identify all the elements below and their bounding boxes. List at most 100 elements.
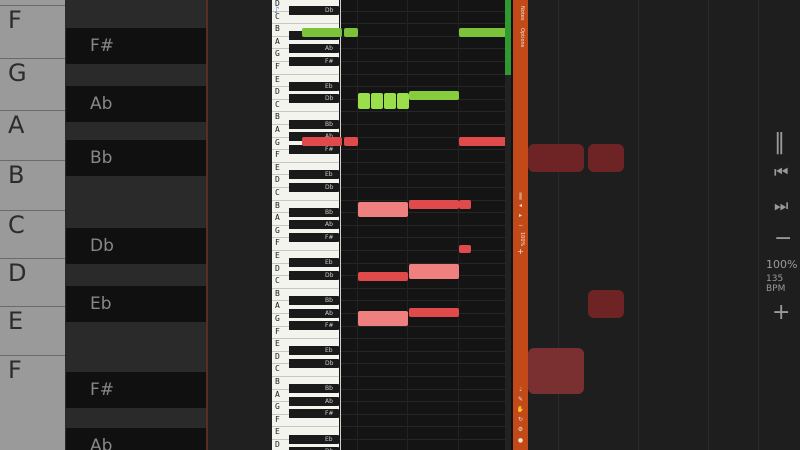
settings-icon[interactable]: ⚙ (513, 426, 528, 433)
black-key[interactable]: Db (289, 6, 339, 16)
black-key[interactable]: Db (289, 270, 339, 280)
black-key[interactable]: Ab (289, 43, 339, 53)
white-key-label: F (275, 414, 280, 424)
black-key[interactable]: Eb (289, 258, 339, 268)
record-icon[interactable]: ● (513, 437, 528, 444)
metronome-icon[interactable]: ♩ (513, 386, 528, 393)
black-key[interactable]: Ab (289, 220, 339, 230)
black-key[interactable]: Eb (289, 434, 339, 444)
note-left-hand (459, 245, 471, 253)
note-right-hand (459, 28, 507, 37)
roll-grid-line (339, 10, 507, 12)
scrollbar-thumb[interactable] (505, 0, 511, 75)
white-key-label: G (275, 402, 280, 412)
bg-grid-line (708, 0, 709, 450)
roll-grid-line (339, 149, 507, 151)
bg-white-key-label: C (0, 210, 65, 250)
black-key[interactable]: F# (289, 409, 339, 419)
notes-tab[interactable]: Notes (516, 6, 525, 20)
bg-white-key-label: A (0, 110, 65, 150)
note-left-hand (344, 137, 358, 146)
black-key-label: F# (325, 410, 334, 418)
hand-icon[interactable]: ✋ (513, 406, 528, 413)
roll-grid-line (339, 23, 507, 25)
note-right-hand (397, 93, 409, 109)
bg-black-key-label: Ab (66, 86, 206, 122)
note-left-hand (302, 137, 342, 146)
white-key-label: E (275, 427, 280, 437)
black-key-label: Ab (325, 309, 333, 317)
white-key-label: D (275, 263, 280, 273)
white-key-label: E (275, 251, 280, 260)
black-key[interactable]: Eb (289, 81, 339, 91)
pencil-icon[interactable]: ✎ (513, 396, 528, 403)
black-key-label: F# (325, 322, 334, 330)
bg-pause-icon: ‖ (774, 130, 785, 155)
note-right-hand (384, 93, 396, 109)
black-key[interactable]: Eb (289, 169, 339, 179)
black-key[interactable]: F# (289, 144, 339, 154)
roll-grid-line (339, 48, 507, 50)
roll-grid-line (339, 124, 507, 125)
options-tab[interactable]: Options (516, 28, 525, 47)
black-key[interactable]: Ab (289, 396, 339, 406)
black-key[interactable]: Bb (289, 295, 339, 305)
roll-grid-line (339, 439, 507, 440)
roll-grid-line (339, 111, 507, 113)
black-key[interactable]: Bb (289, 119, 339, 129)
white-key-label: D (275, 440, 280, 449)
skip-back-icon[interactable]: ◂ (513, 202, 528, 209)
white-key-label: B (275, 112, 280, 122)
black-key-label: F# (325, 145, 334, 153)
black-key[interactable]: F# (289, 321, 339, 331)
white-key-label: A (275, 301, 280, 311)
black-key[interactable]: Db (289, 182, 339, 192)
bg-grid-line (758, 0, 759, 450)
playhead-line (340, 0, 341, 450)
black-key[interactable]: Bb (289, 384, 339, 394)
black-key[interactable]: Db (289, 358, 339, 368)
white-key-label: B (275, 288, 280, 298)
minus-icon[interactable]: − (513, 222, 528, 229)
black-key-label: Ab (325, 44, 333, 52)
black-key-label: Eb (325, 347, 333, 355)
beat-line (407, 0, 408, 450)
plus-icon[interactable]: + (513, 247, 528, 256)
roll-grid-line (339, 363, 507, 365)
roll-grid-line (339, 426, 507, 428)
black-key[interactable]: F# (289, 56, 339, 66)
bg-note (588, 144, 624, 172)
white-key-label: C (275, 276, 280, 286)
black-key-label: Bb (325, 208, 333, 216)
bg-skip-forward-icon: ⏭ (774, 196, 789, 215)
bg-white-key-label: D (0, 258, 65, 298)
black-key[interactable]: Eb (289, 346, 339, 356)
white-key-label: A (275, 389, 280, 399)
black-key-label: Db (325, 271, 334, 279)
roll-grid-line (339, 287, 507, 289)
bg-minus-icon: − (774, 226, 793, 251)
black-key-label: Bb (325, 385, 333, 393)
background-roll-strip (206, 0, 272, 450)
background-keyboard-left: F G A B C D E F F# Ab Bb Db Eb F# Ab (0, 0, 272, 450)
pause-icon[interactable]: ‖ (513, 192, 528, 200)
black-key[interactable]: F# (289, 232, 339, 242)
roll-grid-line (339, 376, 507, 377)
note-right-hand (371, 93, 383, 109)
black-key[interactable]: Ab (289, 308, 339, 318)
note-left-hand (409, 264, 459, 279)
black-key-label: Db (325, 95, 334, 103)
piano-keyboard[interactable]: DCBAGFEDCBAGFEDCBAGFEDCBAGFEDCBAGFEDCDbB… (272, 0, 339, 450)
bg-black-key-label: Bb (66, 140, 206, 176)
loop-icon[interactable]: ↻ (513, 416, 528, 423)
white-key-label: E (275, 339, 280, 349)
black-key-label: Eb (325, 259, 333, 267)
black-key[interactable]: Db (289, 94, 339, 104)
black-key[interactable]: Bb (289, 207, 339, 217)
white-key-label: G (275, 314, 280, 323)
black-key-label: F# (325, 233, 334, 241)
bg-white-key-label: F (0, 355, 65, 395)
skip-forward-icon[interactable]: ▸ (513, 212, 528, 219)
white-key-label: D (275, 87, 280, 97)
beat-line (357, 0, 358, 450)
